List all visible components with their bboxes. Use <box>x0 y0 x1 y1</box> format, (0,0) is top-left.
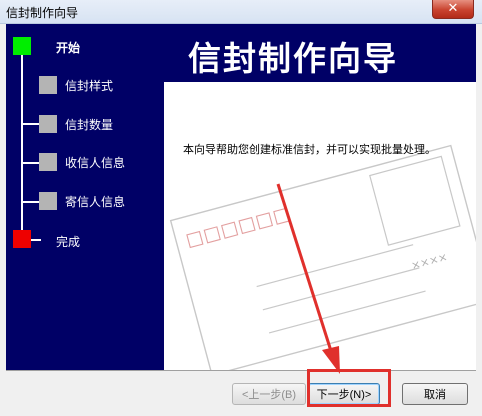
step-marker-finish <box>13 230 31 248</box>
cancel-button[interactable]: 取消 <box>402 383 468 405</box>
step-marker-style <box>39 76 57 94</box>
wizard-content: ×××× 本向导帮助您创建标准信封，并可以实现批量处理。 <box>164 82 476 370</box>
title-bar: 信封制作向导 ✕ <box>0 0 482 24</box>
window-title: 信封制作向导 <box>6 6 79 20</box>
step-label-style: 信封样式 <box>65 79 114 93</box>
envelope-illustration: ×××× <box>169 144 476 370</box>
annotation-highlight-box <box>307 369 391 407</box>
step-track-line <box>21 44 23 240</box>
step-label-recipient: 收信人信息 <box>65 156 126 170</box>
step-marker-start <box>13 37 31 55</box>
wizard-client-area: 开始 信封样式 信封数量 收信人信息 寄信人信息 完成 信封制作向导 ×××× … <box>6 24 476 410</box>
step-branch <box>21 123 41 125</box>
step-label-quantity: 信封数量 <box>65 118 114 132</box>
step-sidebar: 开始 信封样式 信封数量 收信人信息 寄信人信息 完成 <box>6 24 164 370</box>
step-branch <box>21 162 41 164</box>
step-label-sender: 寄信人信息 <box>65 195 126 209</box>
step-label-start: 开始 <box>56 41 81 55</box>
step-marker-quantity <box>39 115 57 133</box>
wizard-description: 本向导帮助您创建标准信封，并可以实现批量处理。 <box>183 143 436 156</box>
button-bar: <上一步(B) 下一步(N)> 取消 <box>6 370 476 410</box>
wizard-window: 信封制作向导 ✕ 开始 信封样式 信封数量 收信人信息 寄信人信息 完成 信封制… <box>0 0 482 416</box>
step-marker-recipient <box>39 153 57 171</box>
back-button[interactable]: <上一步(B) <box>232 383 306 405</box>
wizard-banner: 信封制作向导 <box>164 24 476 82</box>
step-branch <box>21 201 41 203</box>
close-button[interactable]: ✕ <box>432 0 474 19</box>
step-label-finish: 完成 <box>56 235 81 249</box>
close-icon: ✕ <box>447 1 459 16</box>
step-marker-sender <box>39 192 57 210</box>
banner-title: 信封制作向导 <box>188 39 398 78</box>
